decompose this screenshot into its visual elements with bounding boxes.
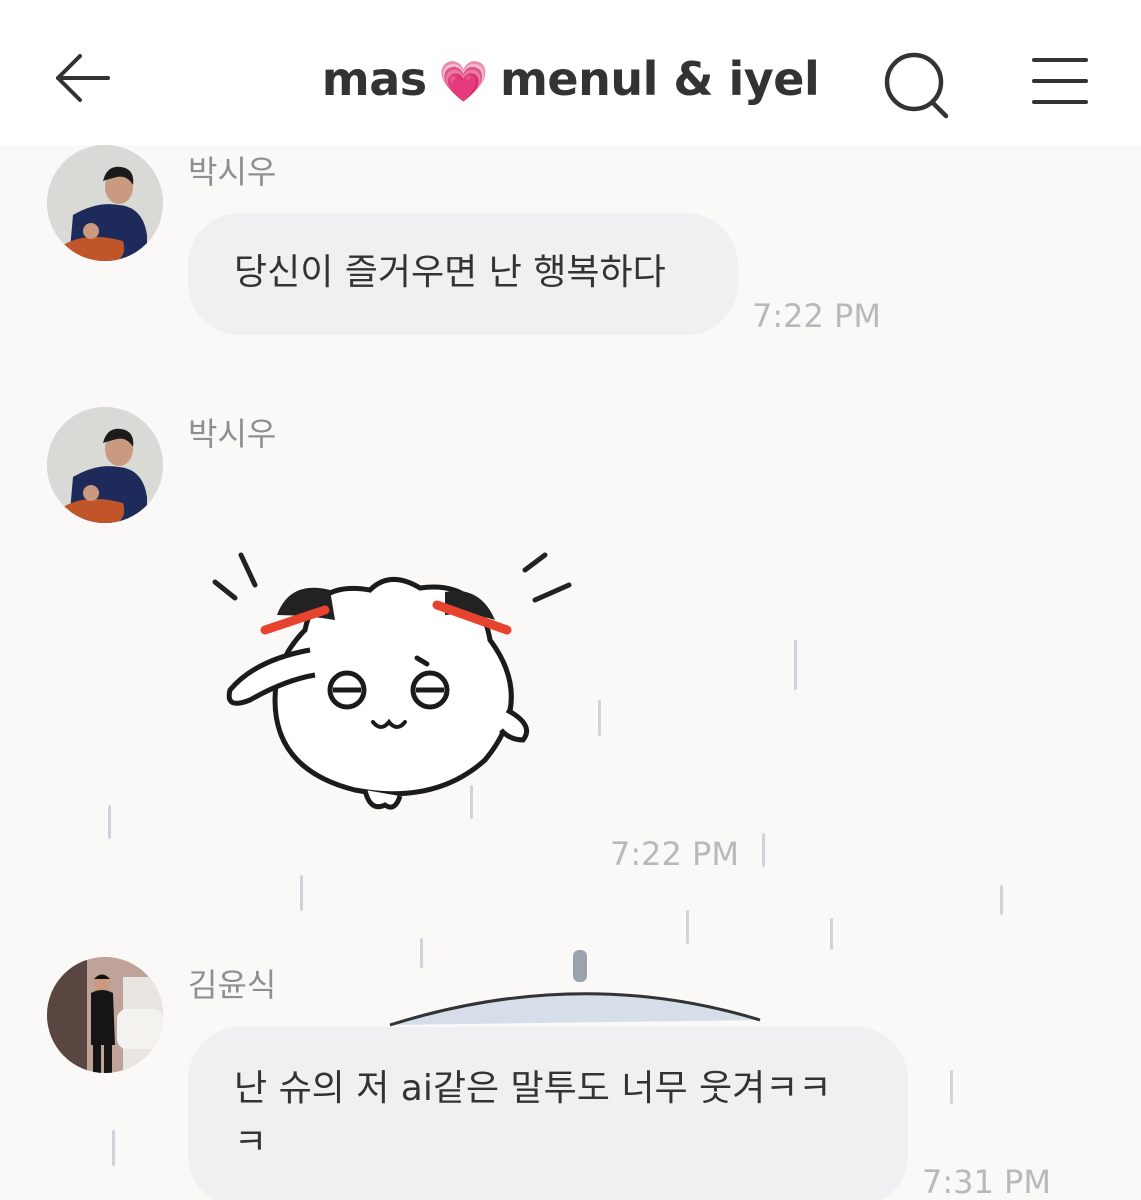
chat-title: mas 💗 menul & iyel (0, 52, 1141, 106)
rain-streak (1000, 885, 1003, 915)
message-time: 7:22 PM (610, 835, 739, 873)
rain-streak (598, 700, 601, 736)
hamburger-menu-icon (1032, 58, 1088, 104)
rain-streak (300, 875, 303, 911)
avatar[interactable] (47, 145, 163, 261)
rain-streak (686, 910, 689, 944)
message-text: 당신이 즐거우면 난 행복하다 (234, 252, 666, 293)
message-text-line-1: 난 슈의 저 ai같은 말투도 너무 웃겨ㅋㅋ (234, 1068, 832, 1109)
rain-streak (112, 1130, 115, 1166)
search-icon (884, 52, 949, 119)
rain-streak (950, 1070, 953, 1104)
sender-name: 김윤식 (188, 966, 277, 1004)
rain-streak (762, 833, 765, 867)
avatar[interactable] (47, 957, 163, 1073)
search-button[interactable] (880, 48, 952, 120)
message-bubble[interactable]: 당신이 즐거우면 난 행복하다 (188, 213, 738, 335)
message-text-line-2: ㅋ (234, 1122, 268, 1163)
chat-header: mas 💗 menul & iyel (0, 0, 1141, 145)
rain-streak (108, 805, 111, 839)
rain-streak (794, 640, 797, 690)
profile-photo-icon (47, 407, 163, 523)
sender-name: 박시우 (188, 415, 277, 453)
saluting-dumpling-sticker[interactable] (205, 550, 585, 820)
heart-icon: 💗 (438, 59, 489, 105)
sender-name: 박시우 (188, 153, 277, 191)
profile-photo-icon (47, 145, 163, 261)
message-time: 7:31 PM (922, 1163, 1051, 1200)
avatar[interactable] (47, 407, 163, 523)
message-bubble[interactable]: 난 슈의 저 ai같은 말투도 너무 웃겨ㅋㅋ ㅋ (188, 1027, 908, 1200)
chat-area[interactable]: 박시우 당신이 즐거우면 난 행복하다 7:22 PM 박시우 7:22 PM … (0, 145, 1141, 1200)
chat-title-left: mas (321, 52, 427, 106)
chat-title-right: menul & iyel (499, 52, 820, 106)
profile-photo-icon (47, 957, 163, 1073)
menu-button[interactable] (1030, 52, 1090, 112)
message-time: 7:22 PM (752, 297, 881, 335)
